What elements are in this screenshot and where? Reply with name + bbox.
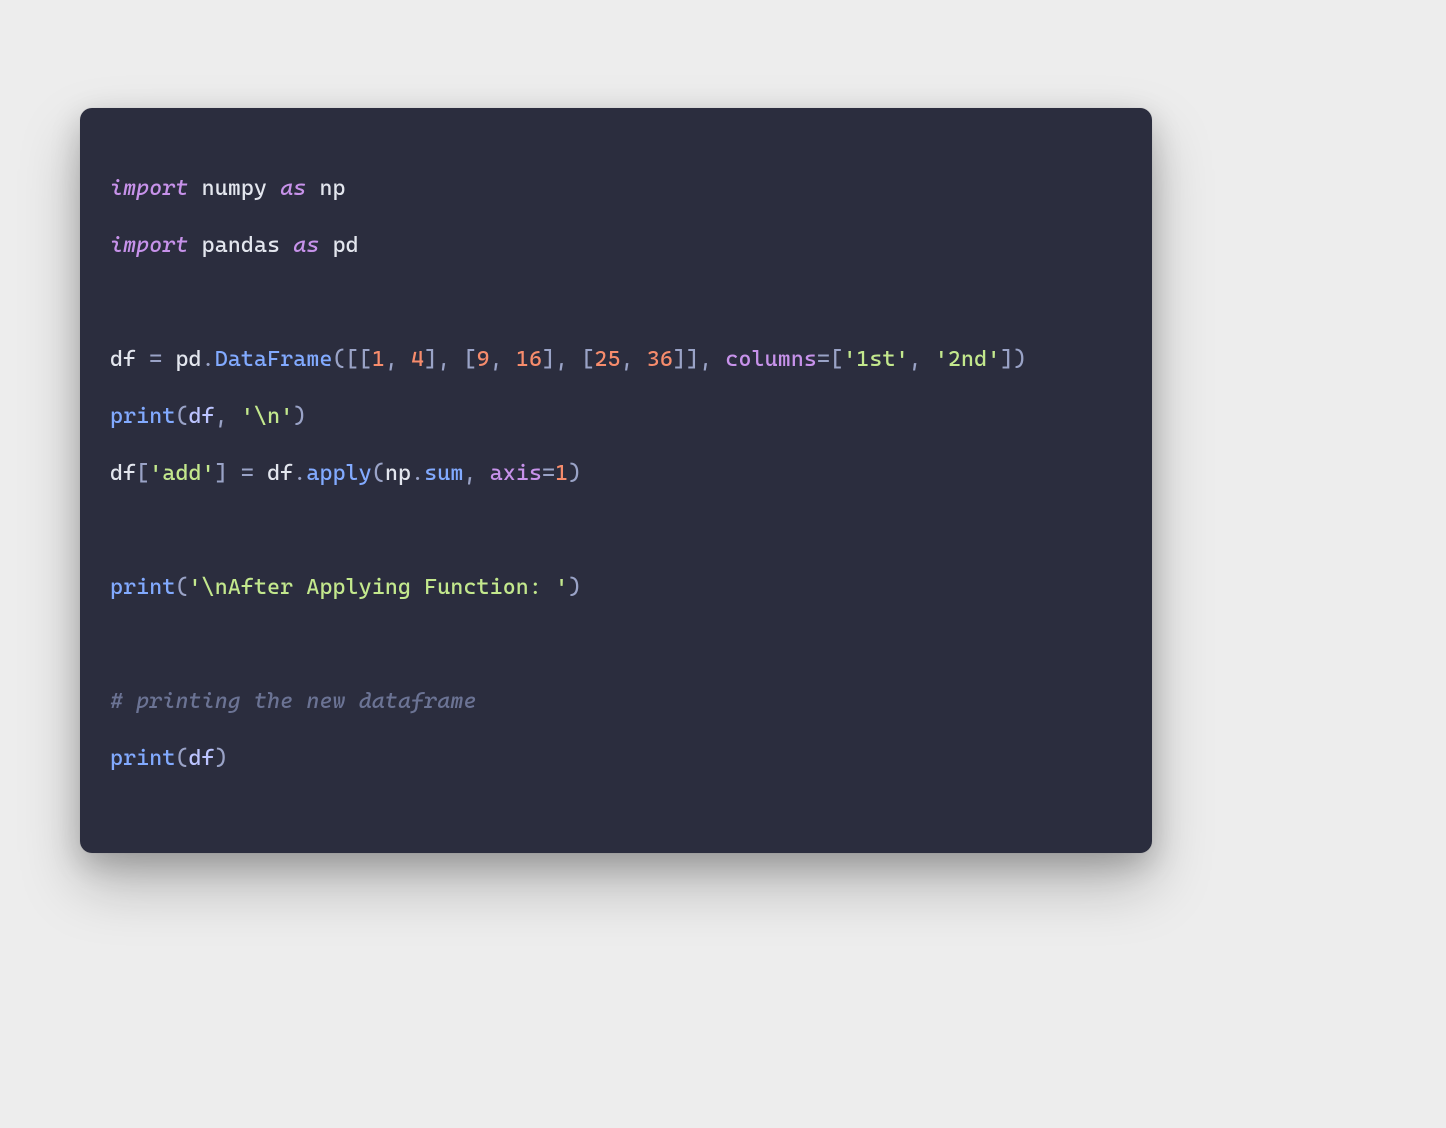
fn-sum: sum <box>424 461 463 486</box>
ref-pd: pd <box>175 347 201 372</box>
dot: . <box>293 461 306 486</box>
var-df: df <box>110 347 136 372</box>
kw-as: as <box>293 233 319 258</box>
bracket-open: [ <box>830 347 843 372</box>
code-line-6: print('\nAfter Applying Function: ') <box>110 575 581 600</box>
code-block: import numpy as np import pandas as pd d… <box>110 160 1122 787</box>
var-df: df <box>110 461 136 486</box>
paren-open: ( <box>372 461 385 486</box>
op-eq: = <box>542 461 555 486</box>
comma: , <box>909 347 935 372</box>
string: '2nd' <box>935 347 1000 372</box>
alias-pd: pd <box>333 233 359 258</box>
code-line-7: # printing the new dataframe <box>110 689 477 714</box>
comma: , <box>490 347 516 372</box>
alias-np: np <box>319 176 345 201</box>
kwarg-columns: columns <box>725 347 817 372</box>
dot: . <box>202 347 215 372</box>
bracket-close: ]], <box>673 347 725 372</box>
page-stage: import numpy as np import pandas as pd d… <box>0 0 1446 1128</box>
fn-print: print <box>110 404 175 429</box>
paren-open: ( <box>175 575 188 600</box>
arg-df: df <box>189 404 215 429</box>
code-line-2: import pandas as pd <box>110 233 359 258</box>
num: 1 <box>372 347 385 372</box>
fn-apply: apply <box>306 461 371 486</box>
bracket-open: [ <box>136 461 149 486</box>
num: 16 <box>516 347 542 372</box>
code-line-3: df = pd.DataFrame([[1, 4], [9, 16], [25,… <box>110 347 1027 372</box>
ref-np: np <box>385 461 411 486</box>
op-assign: = <box>228 461 267 486</box>
string: '1st' <box>843 347 908 372</box>
bracket-open: ([[ <box>333 347 372 372</box>
code-line-5: df['add'] = df.apply(np.sum, axis=1) <box>110 461 581 486</box>
comment: # printing the new dataframe <box>110 689 477 714</box>
comma: , <box>464 461 490 486</box>
num: 9 <box>477 347 490 372</box>
op-assign: = <box>136 347 175 372</box>
num: 25 <box>594 347 620 372</box>
num: 1 <box>555 461 568 486</box>
kwarg-axis: axis <box>490 461 542 486</box>
paren-close: ) <box>568 575 581 600</box>
code-line-8: print(df) <box>110 746 228 771</box>
bracket-close: ] <box>215 461 228 486</box>
dot: . <box>411 461 424 486</box>
num: 4 <box>411 347 424 372</box>
num: 36 <box>647 347 673 372</box>
op-eq: = <box>817 347 830 372</box>
paren-close: ) <box>215 746 228 771</box>
kw-import: import <box>110 176 189 201</box>
string: 'add' <box>149 461 214 486</box>
fn-print: print <box>110 746 175 771</box>
code-line-1: import numpy as np <box>110 176 346 201</box>
var-df: df <box>267 461 293 486</box>
paren-close: ) <box>568 461 581 486</box>
paren-close: ) <box>293 404 306 429</box>
code-line-4: print(df, '\n') <box>110 404 306 429</box>
comma: , <box>621 347 647 372</box>
comma: , <box>385 347 411 372</box>
module-numpy: numpy <box>202 176 267 201</box>
bracket-close: ]) <box>1000 347 1026 372</box>
comma: , <box>215 404 241 429</box>
fn-dataframe: DataFrame <box>215 347 333 372</box>
kw-import: import <box>110 233 189 258</box>
string: '\n' <box>241 404 293 429</box>
fn-print: print <box>110 575 175 600</box>
code-card: import numpy as np import pandas as pd d… <box>80 108 1152 853</box>
kw-as: as <box>280 176 306 201</box>
bracket: ], [ <box>424 347 476 372</box>
module-pandas: pandas <box>202 233 281 258</box>
arg-df: df <box>189 746 215 771</box>
paren-open: ( <box>175 746 188 771</box>
paren-open: ( <box>175 404 188 429</box>
string: '\nAfter Applying Function: ' <box>189 575 569 600</box>
bracket: ], [ <box>542 347 594 372</box>
